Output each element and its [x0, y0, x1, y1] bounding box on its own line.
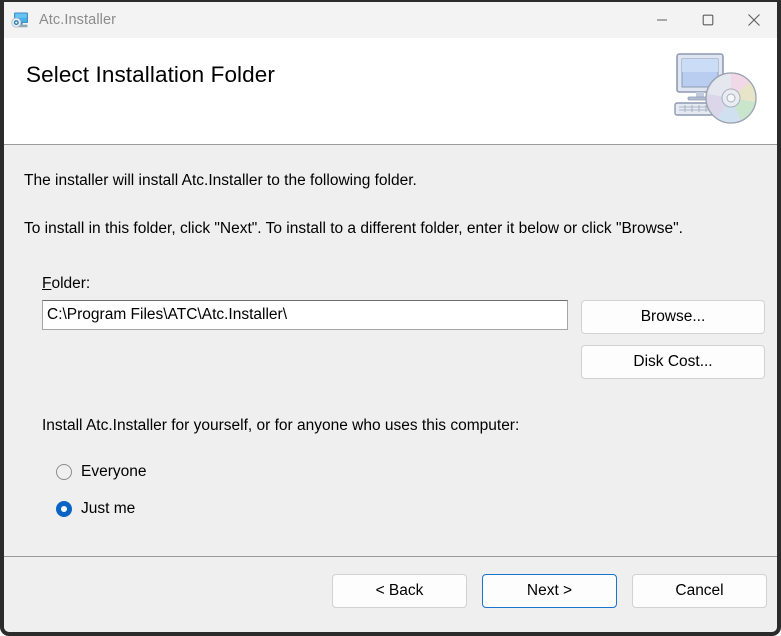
- header-panel: Select Installation Folder: [4, 38, 777, 145]
- next-button[interactable]: Next >: [482, 574, 617, 608]
- computer-disc-icon: [11, 12, 28, 28]
- folder-label: Folder:: [42, 275, 90, 293]
- maximize-icon: [702, 14, 714, 26]
- radio-option-everyone[interactable]: Everyone: [56, 463, 146, 481]
- folder-label-rest: older:: [51, 275, 91, 292]
- radio-option-just-me[interactable]: Just me: [56, 500, 135, 518]
- cancel-button[interactable]: Cancel: [632, 574, 767, 608]
- computer-cd-installer-icon: [674, 53, 757, 124]
- radio-everyone-label: Everyone: [81, 463, 147, 480]
- page-title: Select Installation Folder: [26, 62, 275, 87]
- minimize-button[interactable]: [639, 2, 685, 38]
- disk-cost-button[interactable]: Disk Cost...: [581, 345, 765, 379]
- instruction-text: To install in this folder, click "Next".…: [24, 220, 683, 237]
- close-button[interactable]: [731, 2, 777, 38]
- installer-window: Atc.Installer Select Installation Folder…: [0, 0, 781, 636]
- browse-button[interactable]: Browse...: [581, 300, 765, 334]
- window-controls: [639, 2, 777, 38]
- intro-text: The installer will install Atc.Installer…: [24, 172, 417, 189]
- close-icon: [748, 14, 760, 26]
- folder-path-input[interactable]: [42, 300, 568, 330]
- radio-just-me-icon: [56, 501, 72, 517]
- radio-everyone-icon: [56, 464, 72, 480]
- window-title: Atc.Installer: [39, 12, 117, 28]
- minimize-icon: [657, 19, 667, 21]
- back-button[interactable]: < Back: [332, 574, 467, 608]
- title-bar: Atc.Installer: [4, 2, 777, 38]
- body-panel: The installer will install Atc.Installer…: [4, 145, 777, 557]
- install-scope-question: Install Atc.Installer for yourself, or f…: [42, 417, 520, 434]
- radio-just-me-label: Just me: [81, 500, 136, 517]
- maximize-button[interactable]: [685, 2, 731, 38]
- footer-panel: < Back Next > Cancel: [4, 557, 777, 628]
